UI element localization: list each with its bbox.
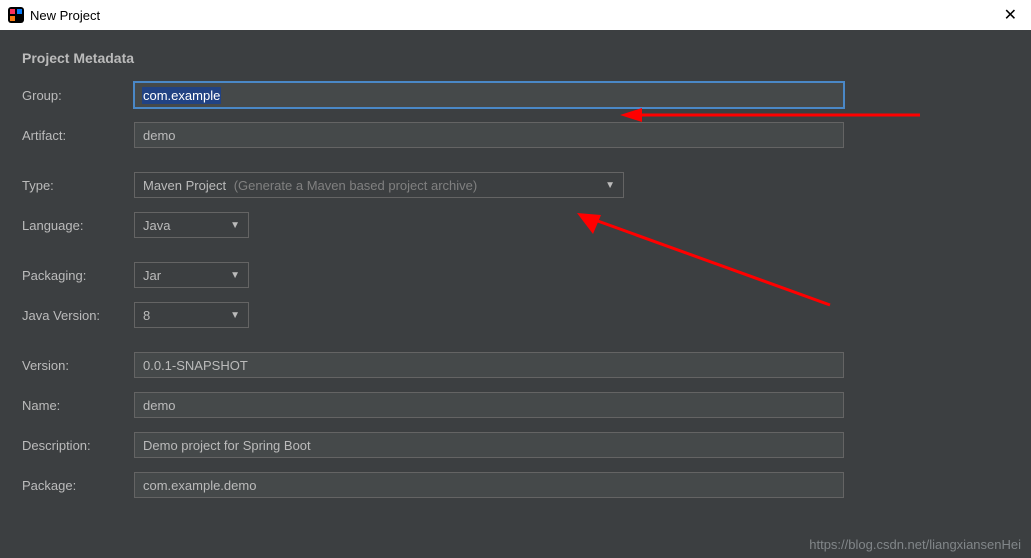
artifact-row: Artifact: [22, 122, 1009, 148]
name-input[interactable] [134, 392, 844, 418]
version-label: Version: [22, 358, 134, 373]
language-dropdown[interactable]: Java ▼ [134, 212, 249, 238]
description-row: Description: [22, 432, 1009, 458]
artifact-input[interactable] [134, 122, 844, 148]
chevron-down-icon: ▼ [230, 310, 240, 321]
language-dropdown-value: Java [143, 218, 170, 233]
package-row: Package: [22, 472, 1009, 498]
package-label: Package: [22, 478, 134, 493]
group-input-selection: com.example [142, 87, 221, 104]
type-dropdown[interactable]: Maven Project (Generate a Maven based pr… [134, 172, 624, 198]
close-button[interactable]: ✕ [998, 3, 1023, 27]
section-title: Project Metadata [22, 50, 1009, 66]
chevron-down-icon: ▼ [605, 180, 615, 191]
java-version-dropdown-value: 8 [143, 308, 150, 323]
titlebar-left: New Project [8, 7, 100, 23]
language-label: Language: [22, 218, 134, 233]
artifact-label: Artifact: [22, 128, 134, 143]
group-input[interactable]: com.example [134, 82, 844, 108]
name-label: Name: [22, 398, 134, 413]
description-label: Description: [22, 438, 134, 453]
version-input[interactable] [134, 352, 844, 378]
java-version-row: Java Version: 8 ▼ [22, 302, 1009, 328]
content-panel: Project Metadata Group: com.example Arti… [0, 30, 1031, 522]
java-version-label: Java Version: [22, 308, 134, 323]
type-row: Type: Maven Project (Generate a Maven ba… [22, 172, 1009, 198]
packaging-row: Packaging: Jar ▼ [22, 262, 1009, 288]
packaging-label: Packaging: [22, 268, 134, 283]
group-label: Group: [22, 88, 134, 103]
description-input[interactable] [134, 432, 844, 458]
name-row: Name: [22, 392, 1009, 418]
watermark: https://blog.csdn.net/liangxiansenHei [809, 537, 1021, 552]
packaging-dropdown[interactable]: Jar ▼ [134, 262, 249, 288]
app-icon [8, 7, 24, 23]
chevron-down-icon: ▼ [230, 270, 240, 281]
type-label: Type: [22, 178, 134, 193]
package-input[interactable] [134, 472, 844, 498]
chevron-down-icon: ▼ [230, 220, 240, 231]
titlebar: New Project ✕ [0, 0, 1031, 30]
window-title: New Project [30, 8, 100, 23]
language-row: Language: Java ▼ [22, 212, 1009, 238]
type-dropdown-value: Maven Project (Generate a Maven based pr… [143, 178, 477, 193]
java-version-dropdown[interactable]: 8 ▼ [134, 302, 249, 328]
packaging-dropdown-value: Jar [143, 268, 161, 283]
group-row: Group: com.example [22, 82, 1009, 108]
version-row: Version: [22, 352, 1009, 378]
